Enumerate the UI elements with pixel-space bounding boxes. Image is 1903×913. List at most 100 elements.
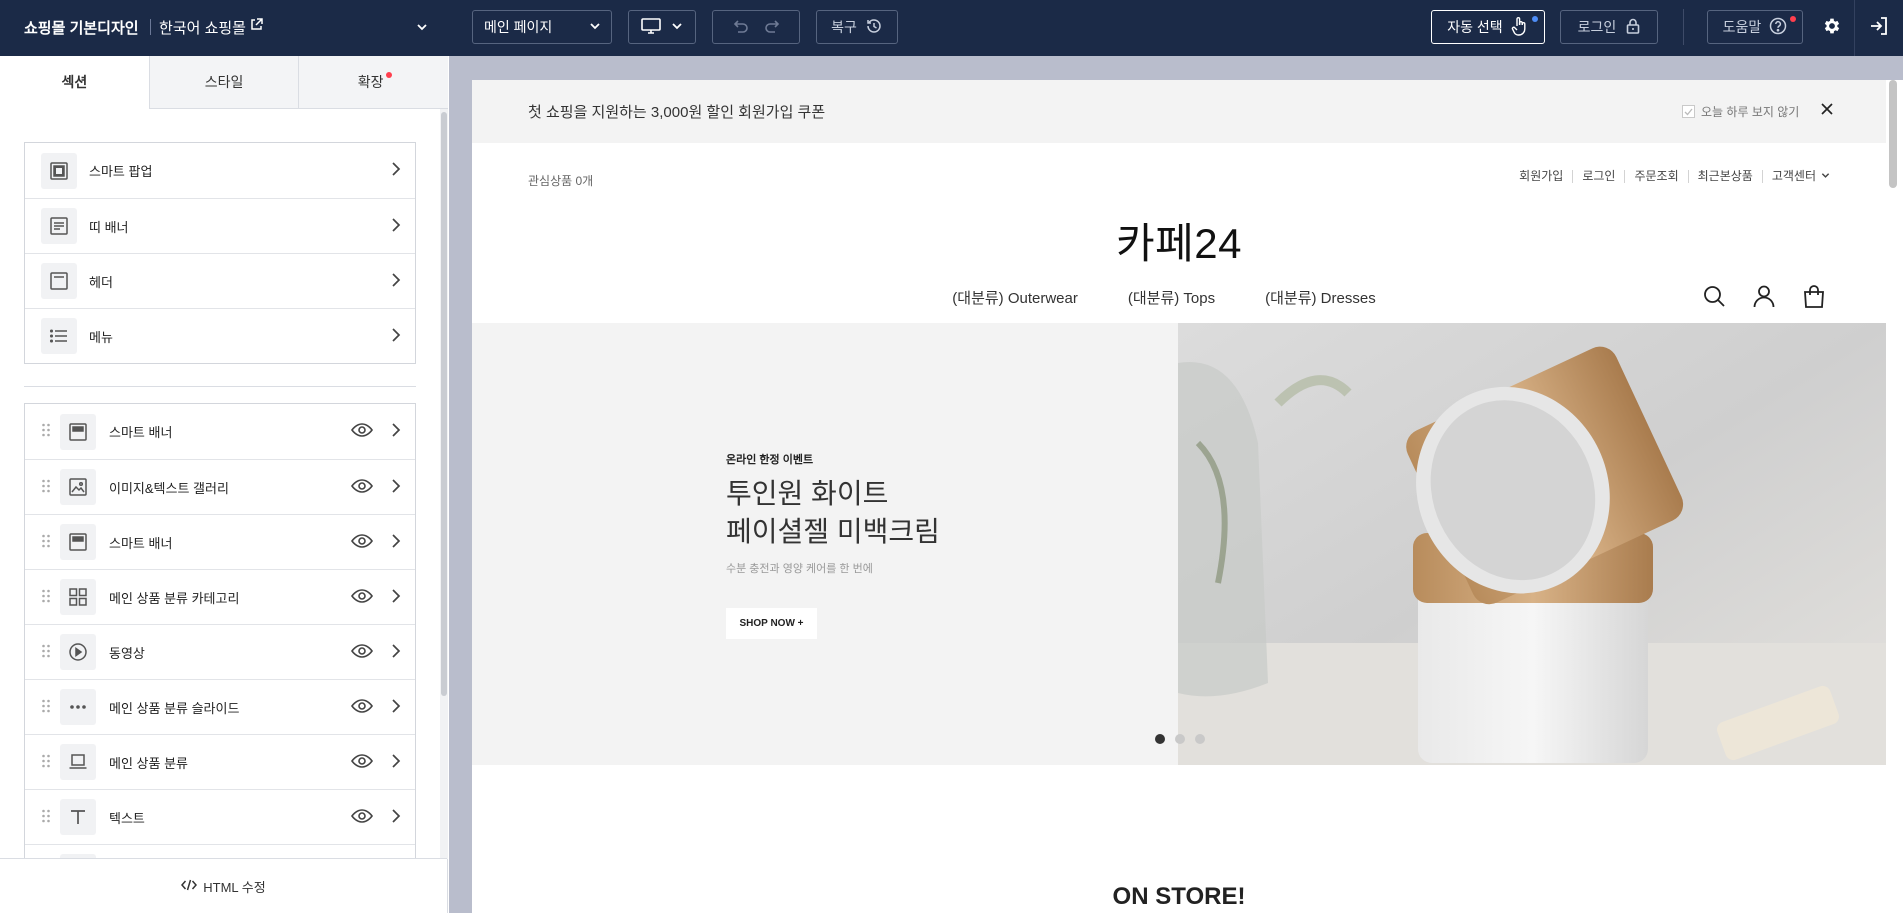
search-icon[interactable] [1702, 284, 1726, 313]
strip-banner-icon [41, 208, 77, 244]
help-label: 도움말 [1722, 19, 1762, 35]
gear-icon[interactable] [1822, 16, 1842, 41]
chevron-right-icon [391, 588, 401, 607]
category-nav: (대분류) Outerwear (대분류) Tops (대분류) Dresses [472, 287, 1886, 308]
slide-dot[interactable] [1175, 734, 1185, 744]
section-item-main-products[interactable]: 메인 상품 분류 [25, 734, 415, 789]
hide-today-label: 오늘 하루 보지 않기 [1701, 105, 1800, 119]
section-item-partial[interactable] [25, 844, 415, 858]
drag-handle-icon[interactable] [41, 533, 53, 552]
section-item-smart-popup[interactable]: 스마트 팝업 [25, 143, 415, 198]
title-divider [150, 19, 151, 35]
undo-icon[interactable] [731, 19, 749, 36]
lock-icon [1626, 18, 1640, 37]
hide-today-checkbox[interactable]: 오늘 하루 보지 않기 [1682, 103, 1799, 120]
exit-editor-button[interactable] [1854, 0, 1903, 56]
coupon-strip-banner[interactable]: 첫 쇼핑을 지원하는 3,000원 할인 회원가입 쿠폰 오늘 하루 보지 않기 [472, 80, 1886, 143]
panel-scrollbar-thumb[interactable] [441, 112, 447, 696]
section-item-main-slide[interactable]: 메인 상품 분류 슬라이드 [25, 679, 415, 734]
design-title: 쇼핑몰 기본디자인 [24, 20, 139, 37]
section-item-smart-banner[interactable]: 스마트 배너 [25, 514, 415, 569]
link-customer-center[interactable]: 고객센터 [1761, 170, 1830, 183]
tab-style[interactable]: 스타일 [148, 56, 299, 109]
section-item-label: 스마트 배너 [109, 535, 173, 551]
shop-name-link[interactable]: 한국어 쇼핑몰 [159, 17, 246, 38]
drag-handle-icon[interactable] [41, 422, 53, 441]
site-preview: 첫 쇼핑을 지원하는 3,000원 할인 회원가입 쿠폰 오늘 하루 보지 않기… [472, 80, 1886, 913]
drag-handle-icon[interactable] [41, 588, 53, 607]
drag-handle-icon[interactable] [41, 698, 53, 717]
restore-button[interactable]: 복구 [816, 10, 898, 44]
nav-item-dresses[interactable]: (대분류) Dresses [1265, 287, 1376, 308]
shopping-bag-icon[interactable] [1802, 284, 1826, 313]
section-item-header[interactable]: 헤더 [25, 253, 415, 308]
slide-dot[interactable] [1155, 734, 1165, 744]
eye-icon[interactable] [351, 478, 373, 496]
link-order-lookup[interactable]: 주문조회 [1624, 170, 1687, 183]
slide-dot[interactable] [1195, 734, 1205, 744]
section-item-main-category[interactable]: 메인 상품 분류 카테고리 [25, 569, 415, 624]
eye-icon[interactable] [351, 423, 373, 440]
nav-item-tops[interactable]: (대분류) Tops [1128, 287, 1215, 308]
shop-now-button[interactable]: SHOP NOW + [726, 608, 817, 639]
external-link-icon[interactable] [250, 18, 263, 36]
section-item-menu[interactable]: 메뉴 [25, 308, 415, 363]
eye-icon[interactable] [351, 588, 373, 606]
panel-tabs: 섹션 스타일 확장 [0, 56, 449, 109]
auto-select-button[interactable]: 자동 선택 [1431, 10, 1545, 44]
top-toolbar: 쇼핑몰 기본디자인 한국어 쇼핑몰 메인 페이지 복구 자동 선택 로그인 도움… [0, 0, 1903, 56]
nav-item-outerwear[interactable]: (대분류) Outerwear [952, 287, 1078, 308]
html-edit-label: HTML 수정 [203, 879, 266, 895]
section-item-smart-banner[interactable]: 스마트 배너 [25, 404, 415, 459]
checkbox[interactable] [1682, 105, 1695, 118]
exit-icon [1869, 16, 1889, 41]
site-logo[interactable]: 카페24 [472, 210, 1886, 271]
eye-icon[interactable] [351, 808, 373, 826]
link-signup[interactable]: 회원가입 [1510, 170, 1572, 183]
drag-handle-icon[interactable] [41, 753, 53, 772]
coupon-text: 첫 쇼핑을 지원하는 3,000원 할인 회원가입 쿠폰 [528, 104, 826, 121]
drag-handle-icon[interactable] [41, 808, 53, 827]
eye-icon[interactable] [351, 533, 373, 551]
link-login[interactable]: 로그인 [1572, 170, 1624, 183]
drag-handle-icon[interactable] [41, 478, 53, 497]
help-button[interactable]: 도움말 [1707, 10, 1803, 44]
redo-icon[interactable] [764, 19, 782, 36]
tab-extensions[interactable]: 확장 [298, 56, 449, 109]
section-item-video[interactable]: 동영상 [25, 624, 415, 679]
section-item-label: 메뉴 [89, 329, 113, 345]
preview-scrollbar-thumb[interactable] [1889, 80, 1897, 188]
html-edit-button[interactable]: HTML 수정 [0, 858, 447, 913]
close-icon[interactable] [1820, 102, 1834, 121]
hero-banner[interactable]: 온라인 한정 이벤트 투인원 화이트 페이셜젤 미백크림 수분 충전과 영양 케… [472, 323, 1886, 765]
wishlist-count[interactable]: 관심상품 0개 [528, 172, 593, 189]
notification-dot [385, 72, 392, 78]
eye-icon[interactable] [351, 698, 373, 716]
chevron-down-icon [589, 19, 601, 35]
section-item-text[interactable]: 텍스트 [25, 789, 415, 844]
hero-title-line: 투인원 화이트 [726, 478, 889, 509]
hero-title-line: 페이셜젤 미백크림 [726, 516, 940, 547]
design-dropdown-chevron-icon[interactable] [416, 20, 428, 38]
toolbar-divider [1683, 9, 1684, 45]
device-select[interactable] [628, 10, 696, 44]
monitor-icon [641, 17, 661, 37]
chevron-right-icon [391, 422, 401, 441]
status-dot [1532, 16, 1538, 22]
section-item-strip-banner[interactable]: 띠 배너 [25, 198, 415, 253]
tab-extensions-label: 확장 [357, 74, 384, 90]
popup-icon [41, 152, 77, 189]
login-button[interactable]: 로그인 [1560, 10, 1658, 44]
preview-scrollbar-track[interactable] [1886, 80, 1903, 913]
user-icon[interactable] [1752, 284, 1776, 313]
page-select[interactable]: 메인 페이지 [472, 10, 612, 44]
link-recent-products[interactable]: 최근본상품 [1687, 170, 1762, 183]
drag-handle-icon[interactable] [41, 643, 53, 662]
tab-sections[interactable]: 섹션 [0, 56, 149, 109]
eye-icon[interactable] [351, 753, 373, 771]
banner-icon [60, 413, 96, 450]
chevron-down-icon [671, 19, 683, 35]
page-select-value: 메인 페이지 [484, 19, 553, 35]
eye-icon[interactable] [351, 643, 373, 661]
section-item-image-text-gallery[interactable]: 이미지&텍스트 갤러리 [25, 459, 415, 514]
